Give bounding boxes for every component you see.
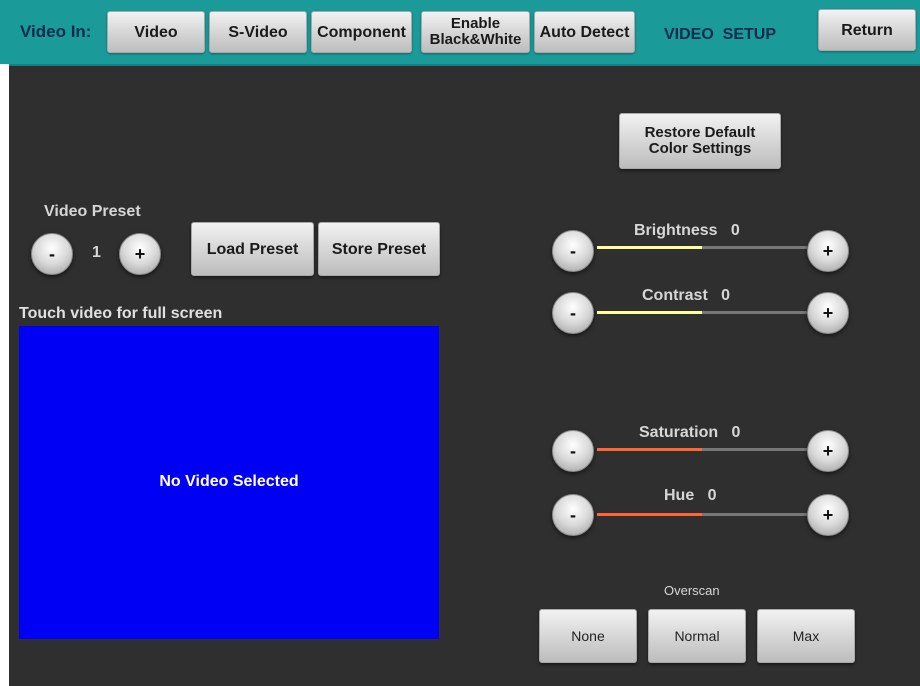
component-input-button[interactable]: Component bbox=[311, 11, 412, 53]
contrast-title: Contrast 0 bbox=[642, 287, 730, 305]
hue-value: 0 bbox=[707, 487, 717, 504]
overscan-none-label: None bbox=[571, 627, 605, 644]
saturation-slider-fill bbox=[597, 448, 702, 451]
hue-slider[interactable] bbox=[597, 513, 807, 516]
brightness-value: 0 bbox=[730, 222, 740, 239]
enable-black-white-button[interactable]: Enable Black&White bbox=[421, 11, 530, 53]
contrast-increase-button[interactable]: + bbox=[807, 292, 849, 334]
overscan-none-button[interactable]: None bbox=[539, 609, 637, 663]
saturation-value: 0 bbox=[731, 424, 741, 441]
restore-line1: Restore Default bbox=[644, 124, 756, 141]
overscan-normal-button[interactable]: Normal bbox=[648, 609, 746, 663]
hue-label: Hue bbox=[664, 487, 695, 504]
saturation-slider[interactable] bbox=[597, 448, 807, 451]
saturation-plus-symbol: + bbox=[822, 440, 834, 461]
brightness-slider[interactable] bbox=[597, 246, 807, 249]
load-preset-button[interactable]: Load Preset bbox=[191, 222, 314, 276]
contrast-value: 0 bbox=[721, 287, 731, 304]
saturation-title: Saturation 0 bbox=[639, 424, 740, 442]
hue-increase-button[interactable]: + bbox=[807, 494, 849, 536]
overscan-title: Overscan bbox=[664, 583, 720, 598]
preset-increment-symbol: + bbox=[134, 243, 146, 264]
overscan-max-label: Max bbox=[792, 627, 820, 644]
overscan-normal-label: Normal bbox=[674, 627, 720, 644]
restore-line2: Color Settings bbox=[648, 140, 752, 157]
contrast-decrease-button[interactable]: - bbox=[552, 292, 594, 334]
left-edge-strip bbox=[0, 64, 9, 686]
no-video-message: No Video Selected bbox=[159, 473, 299, 490]
auto-detect-button[interactable]: Auto Detect bbox=[534, 11, 635, 53]
hue-minus-symbol: - bbox=[570, 504, 576, 525]
contrast-slider[interactable] bbox=[597, 311, 807, 314]
hue-slider-fill bbox=[597, 513, 702, 516]
preset-increment-button[interactable]: + bbox=[119, 233, 161, 275]
store-preset-label: Store Preset bbox=[331, 240, 427, 258]
component-input-label: Component bbox=[317, 23, 406, 41]
store-preset-button[interactable]: Store Preset bbox=[318, 222, 440, 276]
s-video-input-label: S-Video bbox=[228, 23, 288, 41]
hue-decrease-button[interactable]: - bbox=[552, 494, 594, 536]
contrast-plus-symbol: + bbox=[822, 302, 834, 323]
saturation-increase-button[interactable]: + bbox=[807, 430, 849, 472]
s-video-input-button[interactable]: S-Video bbox=[209, 11, 307, 53]
video-in-label: Video In: bbox=[20, 22, 92, 41]
top-bar: Video In: Video S-Video Component Enable… bbox=[0, 0, 920, 66]
page-title: VIDEO SETUP bbox=[664, 26, 777, 43]
preset-number: 1 bbox=[92, 244, 101, 261]
video-preset-title: Video Preset bbox=[44, 203, 141, 220]
enable-bw-line2: Black&White bbox=[429, 31, 522, 48]
hue-title: Hue 0 bbox=[664, 487, 716, 505]
return-button[interactable]: Return bbox=[818, 9, 916, 51]
video-preview-area[interactable]: No Video Selected bbox=[19, 326, 439, 639]
brightness-slider-fill bbox=[597, 246, 702, 249]
overscan-max-button[interactable]: Max bbox=[757, 609, 855, 663]
brightness-title: Brightness 0 bbox=[634, 222, 740, 240]
contrast-slider-fill bbox=[597, 311, 702, 314]
load-preset-label: Load Preset bbox=[206, 240, 299, 258]
brightness-decrease-button[interactable]: - bbox=[552, 230, 594, 272]
saturation-decrease-button[interactable]: - bbox=[552, 430, 594, 472]
brightness-minus-symbol: - bbox=[570, 240, 576, 261]
video-setup-screen: Video In: Video S-Video Component Enable… bbox=[0, 0, 920, 686]
return-label: Return bbox=[841, 21, 893, 39]
restore-default-color-button[interactable]: Restore Default Color Settings bbox=[619, 113, 781, 169]
enable-bw-line1: Enable bbox=[450, 15, 501, 32]
video-input-button[interactable]: Video bbox=[107, 11, 205, 53]
saturation-label: Saturation bbox=[639, 424, 719, 441]
saturation-minus-symbol: - bbox=[570, 440, 576, 461]
preset-decrement-symbol: - bbox=[49, 243, 55, 264]
brightness-increase-button[interactable]: + bbox=[807, 230, 849, 272]
video-input-label: Video bbox=[134, 23, 178, 41]
auto-detect-label: Auto Detect bbox=[539, 23, 630, 41]
contrast-label: Contrast bbox=[642, 287, 708, 304]
brightness-label: Brightness bbox=[634, 222, 718, 239]
touch-video-hint: Touch video for full screen bbox=[19, 305, 223, 322]
preset-decrement-button[interactable]: - bbox=[31, 233, 73, 275]
contrast-minus-symbol: - bbox=[570, 302, 576, 323]
hue-plus-symbol: + bbox=[822, 504, 834, 525]
brightness-plus-symbol: + bbox=[822, 240, 834, 261]
